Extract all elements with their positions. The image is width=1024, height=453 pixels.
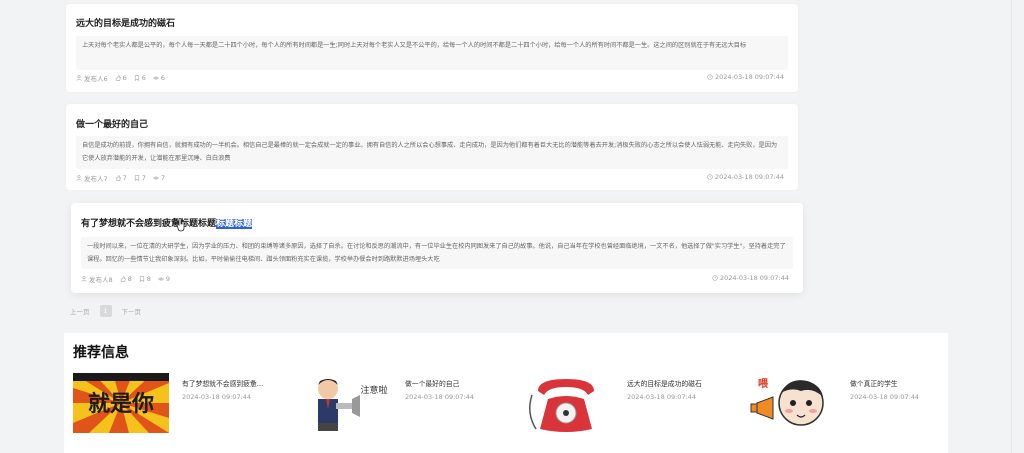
eye-icon xyxy=(153,175,159,181)
recommend-item-4[interactable]: 喂 做个真正的学生 2024-03-18 09:07:44 xyxy=(741,373,946,435)
hand-cursor-icon xyxy=(176,217,186,232)
post-comments: 8 xyxy=(146,275,151,283)
recommend-thumbnail[interactable]: 注意啦 xyxy=(296,373,392,433)
collect-icon xyxy=(134,75,140,81)
post-views: 6 xyxy=(160,74,166,82)
post-card-1[interactable]: 远大的目标是成功的磁石 上天对每个老实人都是公平的，每个人每一天都是二十四个小时… xyxy=(66,4,798,92)
post-author: 发布人8 xyxy=(89,276,113,284)
recommend-title: 推荐信息 xyxy=(73,345,129,361)
post-views: 9 xyxy=(165,275,171,283)
recommend-item-1[interactable]: 就是你 有了梦想就不会感到疲惫... 2024-03-18 09:07:44 xyxy=(73,373,293,435)
post-title-highlight: 标题标题 xyxy=(216,219,253,229)
recommend-thumbnail[interactable]: 就是你 xyxy=(73,373,169,433)
recommend-name[interactable]: 做个真正的学生 xyxy=(850,378,945,388)
post-date: 2024-03-18 09:07:44 xyxy=(707,173,784,181)
recommend-date: 2024-03-18 09:07:44 xyxy=(627,393,697,401)
recommend-item-2[interactable]: 注意啦 做一个最好的自己 2024-03-18 09:07:44 xyxy=(296,373,516,435)
post-title[interactable]: 远大的目标是成功的磁石 xyxy=(76,16,175,29)
post-likes: 7 xyxy=(122,174,127,182)
post-title[interactable]: 做一个最好的自己 xyxy=(76,117,148,130)
thumb-text: 就是你 xyxy=(88,391,154,417)
next-page-button[interactable]: 下一页 xyxy=(122,306,142,316)
recommend-thumbnail[interactable]: 喂 xyxy=(741,373,837,433)
clock-icon xyxy=(707,174,713,180)
recommend-date: 2024-03-18 09:07:44 xyxy=(850,393,920,401)
thumb-text: 注意啦 xyxy=(360,384,387,396)
pagination: 上一页 1 下一页 xyxy=(70,305,141,317)
eye-icon xyxy=(158,276,164,282)
post-date: 2024-03-18 09:07:44 xyxy=(712,274,789,282)
clock-icon xyxy=(712,275,718,281)
recommend-date: 2024-03-18 09:07:44 xyxy=(182,393,252,401)
user-icon xyxy=(76,175,82,181)
recommend-name[interactable]: 有了梦想就不会感到疲惫... xyxy=(182,378,287,388)
recommend-thumbnail[interactable] xyxy=(518,373,614,433)
prev-page-button[interactable]: 上一页 xyxy=(70,306,90,316)
user-icon xyxy=(76,75,82,81)
post-date: 2024-03-18 09:07:44 xyxy=(707,73,784,81)
user-icon xyxy=(81,276,87,282)
eye-icon xyxy=(153,75,159,81)
post-meta: 发布人7 7 7 7 xyxy=(76,173,170,183)
recommend-item-3[interactable]: 远大的目标是成功的磁石 2024-03-18 09:07:44 xyxy=(518,373,738,435)
post-meta: 发布人6 6 6 6 xyxy=(76,73,170,83)
like-icon xyxy=(115,175,121,181)
post-author: 发布人7 xyxy=(84,175,108,183)
post-likes: 8 xyxy=(127,275,132,283)
like-icon xyxy=(120,276,126,282)
post-views: 7 xyxy=(160,174,166,182)
thumb-text: 喂 xyxy=(758,378,769,390)
post-likes: 6 xyxy=(122,74,127,82)
post-title[interactable]: 有了梦想就不会感到疲惫标题标题标题标题 xyxy=(81,216,253,229)
recommend-date: 2024-03-18 09:07:44 xyxy=(405,393,475,401)
post-excerpt: 上天对每个老实人都是公平的，每个人每一天都是二十四个小时，每个人的所有时间都是一… xyxy=(76,36,788,70)
clock-icon xyxy=(707,74,713,80)
post-title-text: 有了梦想就不会感到疲惫标题标题 xyxy=(81,219,217,229)
collect-icon xyxy=(139,276,145,282)
post-meta: 发布人8 8 8 9 xyxy=(81,274,175,284)
post-comments: 6 xyxy=(141,74,146,82)
post-comments: 7 xyxy=(141,174,146,182)
post-card-2[interactable]: 做一个最好的自己 自信是成功的前提，你拥有自信，就拥有成功的一半机会。相信自己是… xyxy=(66,104,798,190)
recommend-name[interactable]: 做一个最好的自己 xyxy=(405,378,510,388)
post-author: 发布人6 xyxy=(84,75,108,83)
post-excerpt: 一段时间以来，一位在清的大研学生，因为学业的压力、和团的束缚等诸多原因，选择了自… xyxy=(81,237,793,269)
post-excerpt: 自信是成功的前提，你拥有自信，就拥有成功的一半机会。相信自己是最棒的就一定会成就… xyxy=(76,136,788,169)
collect-icon xyxy=(134,175,140,181)
like-icon xyxy=(115,75,121,81)
recommend-name[interactable]: 远大的目标是成功的磁石 xyxy=(627,378,732,388)
page-number-button[interactable]: 1 xyxy=(99,305,112,317)
page-scrollbar-edge xyxy=(1011,0,1012,453)
